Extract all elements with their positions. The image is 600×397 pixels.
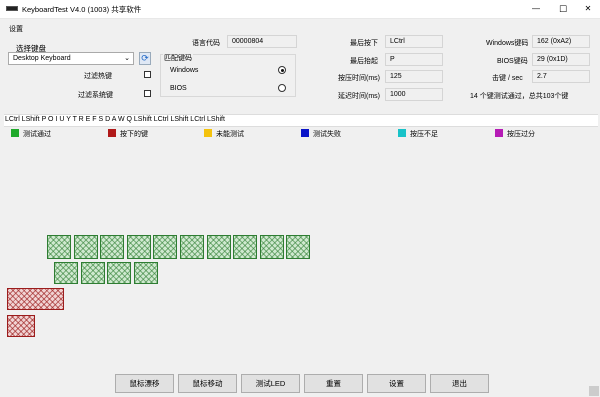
radio-bios[interactable] [278, 84, 286, 92]
key-t [153, 235, 178, 259]
minimize-button[interactable]: — [524, 0, 548, 18]
key-f [133, 262, 158, 284]
legend-swatch-pressed [108, 129, 116, 137]
key-lshift [7, 288, 64, 310]
color-legend: 测试通过 按下的键 未能测试 测试失败 按压不足 按压过分 [0, 128, 600, 140]
exit-button[interactable]: 退出 [430, 374, 489, 393]
legend-label-untested: 未能测试 [216, 131, 244, 138]
title-bar: KeyboardTest V4.0 (1003) 共享软件 — ☐ ✕ [0, 0, 600, 19]
radio-windows[interactable] [278, 66, 286, 74]
chevron-down-icon: ⌄ [124, 55, 130, 62]
key-w [73, 235, 98, 259]
filter-hotkeys-label: 过滤热键 [84, 73, 112, 80]
bios-code-label: BIOS键码 [497, 58, 528, 65]
press-time-value: 125 [385, 70, 443, 83]
test-summary: 14 个键测试通过，总共103个键 [470, 93, 569, 100]
key-d [107, 262, 132, 284]
keyboard-app-icon [6, 6, 18, 11]
filter-hotkeys-checkbox[interactable] [144, 71, 151, 78]
reset-button[interactable]: 重置 [304, 374, 363, 393]
radio-windows-label: Windows [170, 67, 199, 74]
legend-label-passed: 测试通过 [23, 131, 51, 138]
keyboard-select-value: Desktop Keyboard [13, 55, 71, 62]
mouse-move-button[interactable]: 鼠标移动 [178, 374, 237, 393]
language-code-label: 语言代码 [192, 40, 220, 47]
filter-system-keys-label: 过滤系统键 [78, 92, 113, 99]
key-s [80, 262, 105, 284]
legend-label-failed: 测试失败 [313, 131, 341, 138]
legend-swatch-excessive [495, 129, 503, 137]
key-u [206, 235, 231, 259]
key-history-text: LCtrl LShift P O I U Y T R E F S D A W Q… [5, 116, 225, 123]
windows-code-value: 162 (0xA2) [532, 35, 590, 48]
filter-system-keys-checkbox[interactable] [144, 90, 151, 97]
legend-label-insufficient: 按压不足 [410, 131, 438, 138]
windows-code-label: Windows键码 [486, 40, 529, 47]
mouse-drift-button[interactable]: 鼠标漂移 [115, 374, 174, 393]
radio-bios-label: BIOS [170, 85, 187, 92]
resize-grip[interactable] [589, 386, 599, 396]
legend-swatch-insufficient [398, 129, 406, 137]
key-i [233, 235, 258, 259]
key-o [259, 235, 284, 259]
key-history-bar: LCtrl LShift P O I U Y T R E F S D A W Q… [4, 114, 598, 127]
settings-button[interactable]: 设置 [367, 374, 426, 393]
close-button[interactable]: ✕ [576, 0, 600, 18]
key-y [180, 235, 204, 259]
window-title: KeyboardTest V4.0 (1003) 共享软件 [22, 5, 142, 14]
key-p [286, 235, 311, 259]
refresh-icon[interactable]: ⟳ [139, 52, 151, 65]
rate-value: 2.7 [532, 70, 590, 83]
keyboard-select-dropdown[interactable]: Desktop Keyboard ⌄ [8, 52, 134, 65]
legend-label-excessive: 按压过分 [507, 131, 535, 138]
menu-settings[interactable]: 设置 [9, 24, 23, 34]
rate-label: 击键 / sec [492, 75, 523, 82]
latency-label: 延迟时间(ms) [338, 93, 380, 100]
maximize-button[interactable]: ☐ [551, 0, 575, 18]
match-keycode-legend: 匹配键码 [163, 53, 193, 63]
key-q [47, 235, 71, 259]
test-led-button[interactable]: 测试LED [241, 374, 300, 393]
key-r [126, 235, 151, 259]
key-lctrl [7, 315, 35, 337]
latency-value: 1000 [385, 88, 443, 101]
last-release-value: P [385, 53, 443, 66]
key-e [100, 235, 125, 259]
last-press-label: 最后按下 [350, 40, 378, 47]
key-a [54, 262, 78, 284]
last-release-label: 最后抬起 [350, 58, 378, 65]
language-code-field: 00000804 [227, 35, 297, 48]
legend-swatch-failed [301, 129, 309, 137]
legend-swatch-passed [11, 129, 19, 137]
legend-swatch-untested [204, 129, 212, 137]
bios-code-value: 29 (0x1D) [532, 53, 590, 66]
press-time-label: 按压时间(ms) [338, 75, 380, 82]
last-press-value: LCtrl [385, 35, 443, 48]
legend-label-pressed: 按下的键 [120, 131, 148, 138]
